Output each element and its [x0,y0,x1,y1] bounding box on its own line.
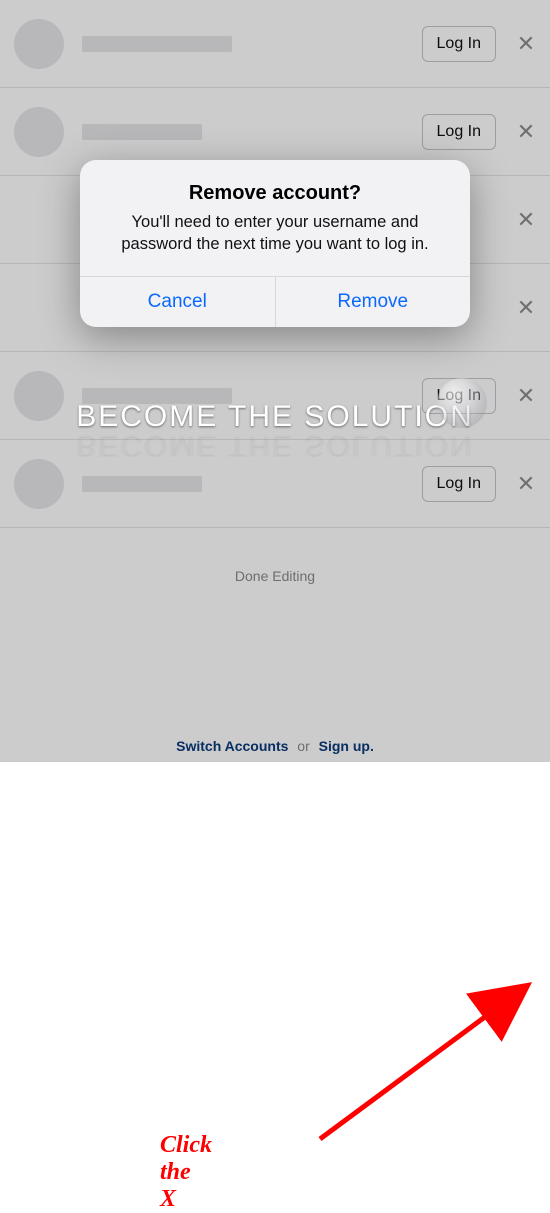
avatar [14,459,64,509]
remove-account-icon[interactable]: ✕ [514,32,538,56]
dialog-body: You'll need to enter your username and p… [104,211,446,256]
dialog-title: Remove account? [104,182,446,205]
remove-account-icon[interactable]: ✕ [514,296,538,320]
done-editing-button[interactable]: Done Editing [0,568,550,584]
footer: Switch Accounts or Sign up. [0,738,550,754]
account-name-placeholder [82,124,422,140]
avatar [14,371,64,421]
avatar [14,107,64,157]
remove-account-icon[interactable]: ✕ [514,208,538,232]
account-row: Log In ✕ [0,0,550,88]
login-button[interactable]: Log In [422,378,496,414]
avatar [14,19,64,69]
login-button[interactable]: Log In [422,26,496,62]
footer-separator: or [297,738,309,754]
remove-account-icon[interactable]: ✕ [514,384,538,408]
account-row: Log In ✕ [0,440,550,528]
switch-accounts-link[interactable]: Switch Accounts [176,738,288,754]
account-name-placeholder [82,388,422,404]
login-button[interactable]: Log In [422,466,496,502]
remove-account-icon[interactable]: ✕ [514,120,538,144]
arrow-icon [310,979,540,1149]
account-row: Log In ✕ [0,352,550,440]
account-name-placeholder [82,476,422,492]
sign-up-link[interactable]: Sign up. [319,738,374,754]
annotation-text: Click the X [160,1132,212,1213]
remove-account-icon[interactable]: ✕ [514,472,538,496]
remove-account-dialog: Remove account? You'll need to enter you… [80,160,470,327]
cancel-button[interactable]: Cancel [80,277,275,327]
account-name-placeholder [82,36,422,52]
login-button[interactable]: Log In [422,114,496,150]
remove-button[interactable]: Remove [275,277,471,327]
